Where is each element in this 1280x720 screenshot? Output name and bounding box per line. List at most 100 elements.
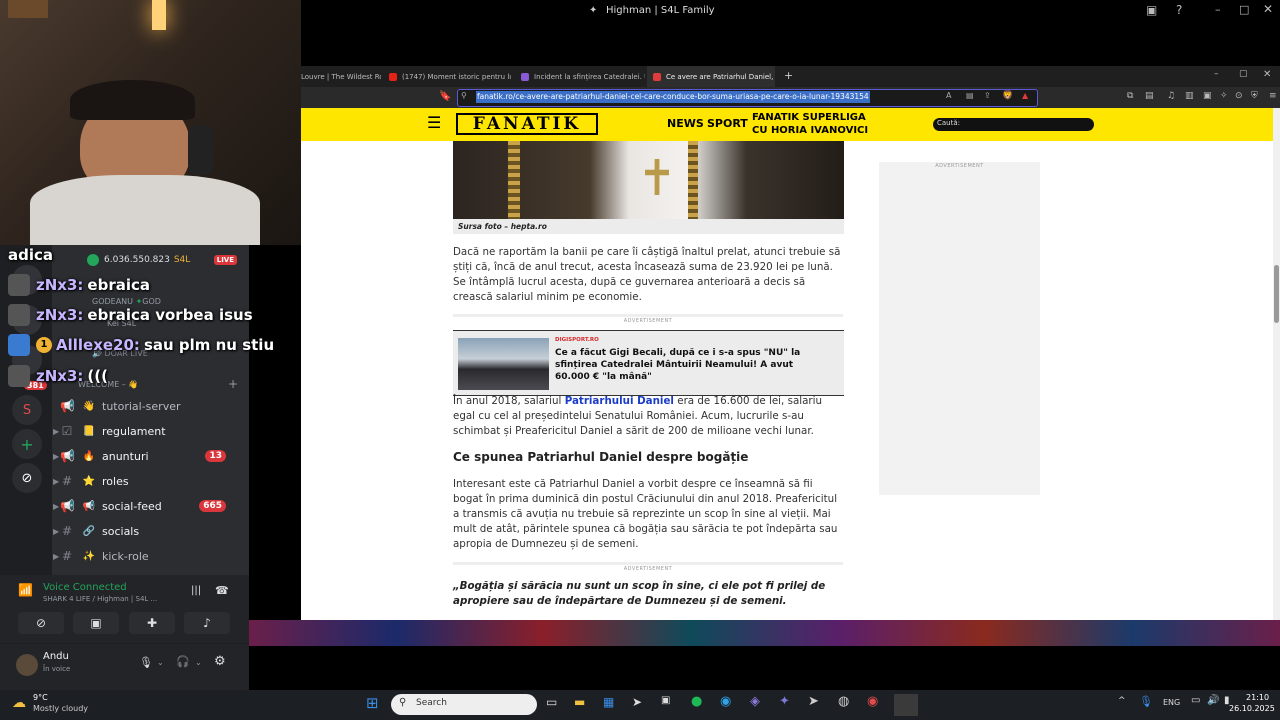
add-channel-icon[interactable]: + (228, 378, 238, 390)
hamburger-menu-icon[interactable]: ☰ (427, 115, 441, 131)
microphone-icon[interactable]: 🎙 (139, 656, 153, 669)
bookmark-icon[interactable]: 🔖 (439, 91, 451, 102)
chat-text: adica (8, 246, 54, 264)
epic-active-icon[interactable] (894, 694, 918, 716)
panel-icon[interactable]: ▥ (1185, 91, 1194, 101)
tab-youtube[interactable]: (1747) Moment istoric pentru lumea (383, 66, 511, 87)
scrollbar[interactable] (1273, 108, 1280, 620)
gear-icon[interactable]: ⚙ (214, 654, 226, 669)
extensions-icon[interactable]: ⧉ (1127, 91, 1133, 101)
camera-button[interactable]: ⊘ (18, 612, 64, 634)
menu-icon[interactable]: ≡ (1269, 91, 1277, 101)
scrollbar-thumb[interactable] (1274, 265, 1279, 323)
channel-roles[interactable]: ▶ # ⭐ roles (53, 471, 240, 491)
youtube-icon (389, 72, 397, 81)
minimize-icon[interactable]: – (1215, 3, 1221, 16)
music-icon[interactable]: ♫ (1167, 91, 1175, 101)
channel-emoji: ✨ (82, 550, 96, 562)
translate-icon[interactable]: A (946, 91, 951, 100)
wallet-icon[interactable]: ▣ (1203, 91, 1212, 101)
task-view-icon[interactable]: ▭ (546, 695, 557, 709)
disconnect-icon[interactable]: ☎ (215, 584, 229, 597)
explore-icon[interactable]: ⊘ (12, 463, 42, 493)
obs-icon[interactable]: ◍ (838, 694, 849, 709)
channel-regulament[interactable]: ▶ ☑ 📒 regulament (53, 421, 240, 441)
language-indicator[interactable]: ENG (1163, 698, 1180, 707)
chevron-down-icon[interactable]: ⌄ (157, 658, 164, 667)
screen-share-button[interactable]: ▣ (73, 612, 119, 634)
reader-icon[interactable]: ▤ (966, 91, 974, 100)
nav-sport[interactable]: SPORT (707, 117, 748, 130)
voice-channel-name[interactable]: SHARK 4 LIFE / Highman | S4L ... (43, 595, 157, 603)
tab-incident[interactable]: Incident la sfințirea Catedralei. Un băi (515, 66, 645, 87)
channel-socials[interactable]: ▶ # 🔗 socials (53, 521, 240, 541)
clock-date[interactable]: 26.10.2025 (1229, 704, 1275, 713)
paragraph: Interesant este că Patriarhul Daniel a v… (453, 477, 845, 552)
chevron-down-icon[interactable]: ⌄ (195, 658, 202, 667)
store-icon[interactable]: ▦ (603, 695, 614, 709)
article-link[interactable]: Patriarhului Daniel (565, 395, 674, 407)
teams-icon[interactable]: ✦ (779, 694, 790, 709)
epic-games-icon[interactable]: ▣ (661, 695, 670, 706)
related-thumbnail (458, 338, 549, 390)
tray-overflow-icon[interactable]: ^ (1118, 696, 1126, 706)
close-icon[interactable]: ✕ (1263, 2, 1273, 16)
microphone-icon[interactable]: 🎙 (1139, 695, 1153, 708)
steam-icon[interactable]: ➤ (632, 695, 642, 709)
link-icon: 🔗 (82, 525, 96, 537)
start-icon[interactable]: ⊞ (366, 696, 379, 711)
stream-count: 6.036.550.823 (104, 255, 170, 265)
search-input[interactable]: Caută: (933, 118, 1094, 131)
window-title: Highman | S4L Family (606, 5, 715, 16)
app-icon[interactable]: ◉ (867, 694, 878, 709)
weather-desc[interactable]: Mostly cloudy (33, 704, 88, 713)
channel-tutorial-server[interactable]: 📢 👋 tutorial-server (60, 396, 240, 416)
s4l-server-icon[interactable]: S (12, 395, 42, 425)
related-article[interactable]: DIGISPORT.RO Ce a făcut Gigi Becali, dup… (453, 330, 844, 396)
network-icon[interactable]: ▭ (1191, 695, 1200, 706)
minimize-icon[interactable]: – (1214, 69, 1219, 79)
steam-icon[interactable]: ➤ (808, 694, 819, 709)
file-explorer-icon[interactable]: ▬ (574, 695, 585, 709)
avatar[interactable] (16, 654, 38, 676)
shield-icon[interactable]: ⛨ (1251, 91, 1258, 101)
site-info-icon[interactable]: ⚲ (461, 91, 467, 100)
sidebar-icon[interactable]: ▤ (1145, 91, 1154, 101)
volume-icon[interactable]: 🔊 (1207, 695, 1219, 706)
vpn-icon[interactable]: ⊙ (1235, 91, 1243, 101)
add-server-icon[interactable]: + (12, 429, 42, 459)
edge-icon[interactable]: ◉ (720, 694, 731, 709)
maximize-icon[interactable]: ▢ (1239, 69, 1248, 79)
chat-nick: zNx3: (36, 306, 84, 324)
share-icon[interactable]: ⇪ (984, 91, 991, 100)
rewards-icon[interactable]: ▲ (1022, 91, 1028, 100)
headphones-icon[interactable]: 🎧 (176, 655, 190, 668)
spotify-icon[interactable]: ● (691, 694, 702, 709)
noise-suppression-icon[interactable]: ||| (191, 585, 201, 596)
inbox-icon[interactable]: ▣ (1146, 3, 1157, 17)
brave-shield-icon[interactable]: 🦁 (1002, 91, 1013, 101)
nav-news[interactable]: NEWS (667, 117, 704, 130)
soundboard-button[interactable]: ♪ (184, 612, 230, 634)
cross-icon (645, 159, 669, 195)
url-text: fanatik.ro/ce-avere-are-patriarhul-danie… (476, 91, 870, 103)
site-logo[interactable]: FANATIK (456, 113, 598, 135)
channel-kick-role[interactable]: ▶ # ✨ kick-role (53, 546, 240, 566)
screen-share-icon: ▣ (90, 616, 102, 630)
tab-louvre[interactable]: Louvre | The Wildest Robb (301, 66, 381, 87)
tab-active[interactable]: Ce avere are Patriarhul Daniel, ca× (647, 66, 775, 87)
nav-superliga[interactable]: FANATIK SUPERLIGA CU HORIA IVANOVICI (752, 111, 868, 137)
ai-icon[interactable]: ✧ (1220, 91, 1228, 101)
channel-social-feed[interactable]: ▶ 📢 📢 social-feed 665 (53, 496, 240, 516)
clock-time[interactable]: 21:10 (1246, 693, 1269, 702)
discord-icon[interactable]: ◈ (750, 694, 760, 709)
search-box[interactable]: ⚲ Search (391, 694, 537, 715)
stream-row[interactable]: 6.036.550.823 S4L LIVE (87, 253, 237, 267)
channel-anunturi[interactable]: ▶ 📢 🔥 anunturi 13 (53, 446, 240, 466)
activities-button[interactable]: ✚ (129, 612, 175, 634)
help-icon[interactable]: ? (1176, 3, 1182, 17)
new-tab-icon[interactable]: + (784, 69, 793, 82)
close-icon[interactable]: ✕ (1263, 69, 1271, 80)
weather-temp[interactable]: 9°C (33, 693, 48, 702)
maximize-icon[interactable]: □ (1239, 3, 1249, 16)
